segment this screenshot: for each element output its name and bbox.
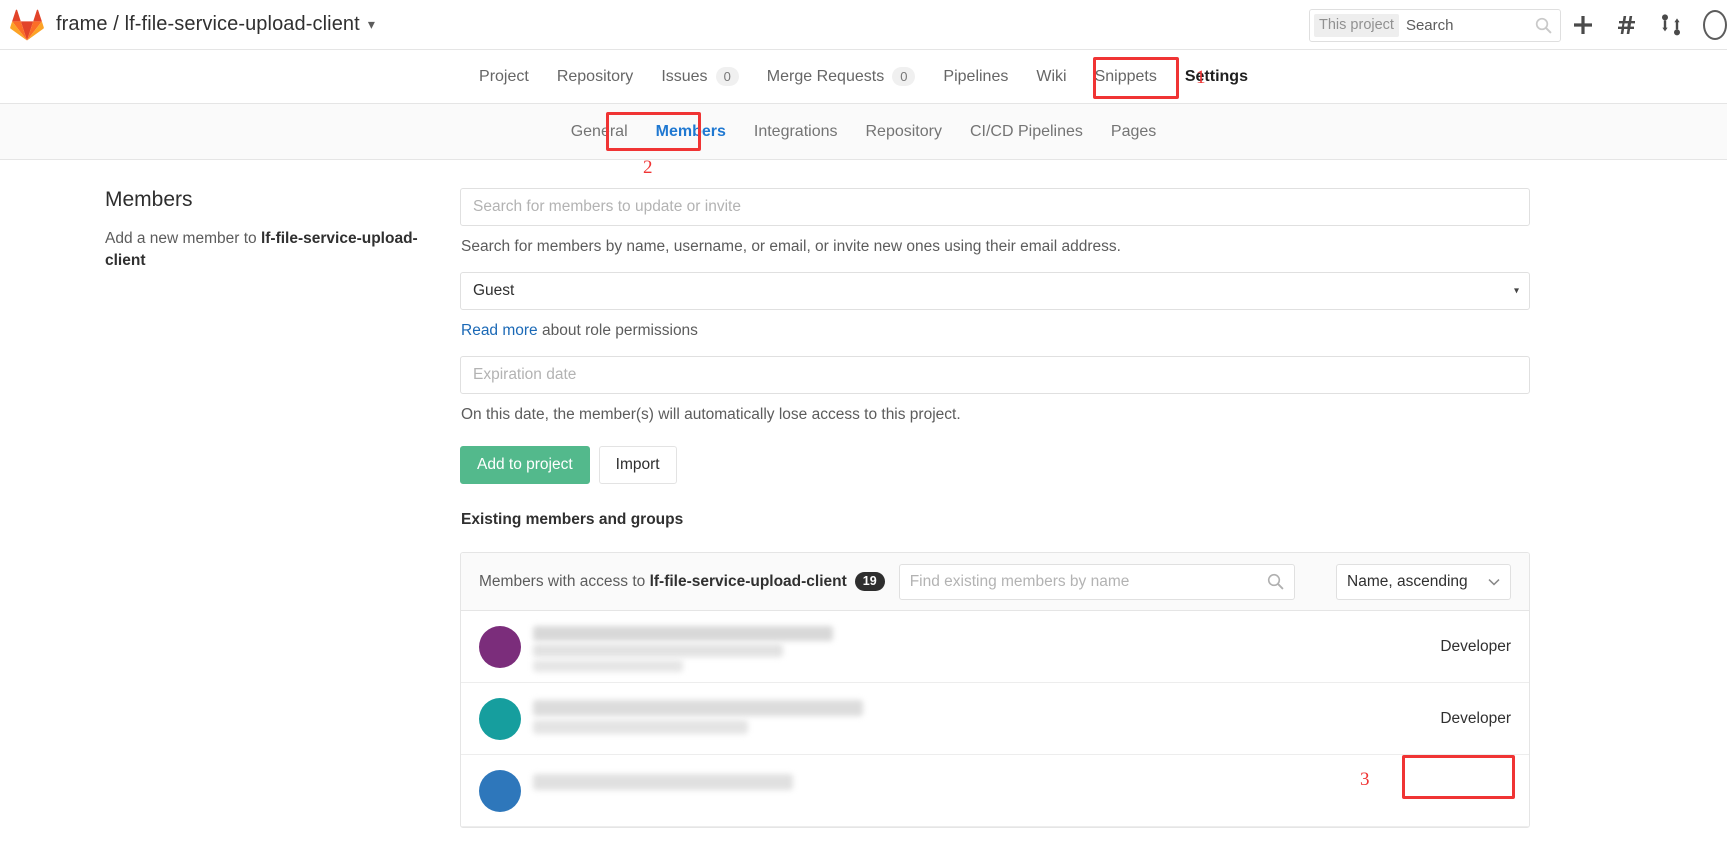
subnav-item-ci-cd-pipelines[interactable]: CI/CD Pipelines (956, 105, 1097, 159)
expiration-date-help: On this date, the member(s) will automat… (461, 406, 961, 423)
nav-item-label: Repository (556, 67, 634, 85)
member-role-label[interactable]: Developer (1440, 638, 1511, 656)
project-chevron-down-icon[interactable]: ▾ (368, 16, 375, 33)
nav-item-repository[interactable]: Repository (543, 51, 647, 103)
issues-button[interactable] (1605, 0, 1649, 50)
nav-item-wiki[interactable]: Wiki (1022, 51, 1080, 103)
members-sort-select[interactable]: Name, ascending (1336, 563, 1511, 600)
page-description: Add a new member to lf-file-service-uplo… (105, 228, 430, 272)
nav-item-label: Settings (1184, 67, 1248, 85)
members-panel-header: Members with access to lf-file-service-u… (461, 553, 1529, 611)
members-list: Developer Developer (461, 611, 1529, 827)
primary-nav: Project Repository Issues 0 Merge Requests 0 P… (0, 50, 1727, 104)
subnav-item-general[interactable]: General (557, 105, 642, 159)
member-search-placeholder: Search for members to update or invite (473, 198, 741, 215)
page-side-column: Members Add a new member to lf-file-serv… (0, 188, 460, 828)
sub-nav-items: General Members Integrations Repository CI/C… (557, 105, 1171, 159)
member-identity-redacted (533, 624, 1440, 672)
member-avatar (479, 697, 521, 740)
member-row[interactable]: Developer (461, 683, 1529, 755)
top-bar: frame / lf-file-service-upload-client ▾ … (0, 0, 1727, 50)
members-panel-title: Members with access to lf-file-service-u… (479, 572, 885, 591)
page-description-prefix: Add a new member to (105, 230, 261, 247)
gitlab-logo-icon (10, 9, 44, 41)
find-members-input[interactable]: Find existing members by name (898, 563, 1295, 600)
page-title: Members (105, 188, 193, 211)
subnav-item-repository[interactable]: Repository (851, 105, 955, 159)
members-sort-value: Name, ascending (1347, 572, 1468, 590)
nav-item-project[interactable]: Project (465, 51, 543, 103)
nav-item-merge-requests[interactable]: Merge Requests 0 (753, 51, 930, 103)
subnav-item-pages[interactable]: Pages (1097, 105, 1170, 159)
annotation-number-3: 3 (1360, 769, 1370, 790)
expiration-date-placeholder: Expiration date (473, 366, 577, 383)
page-main-column: Search for members to update or invite S… (460, 188, 1727, 828)
nav-item-count: 0 (715, 67, 739, 86)
nav-item-label: Merge Requests (766, 67, 885, 85)
merge-request-icon (1662, 14, 1680, 36)
member-avatar (479, 769, 521, 812)
brand-area[interactable]: frame / lf-file-service-upload-client ▾ (0, 9, 375, 41)
nav-item-label: Issues (661, 67, 708, 85)
subnav-item-members[interactable]: Members (642, 105, 740, 159)
role-select-value: Guest (473, 282, 515, 299)
settings-sub-nav: General Members Integrations Repository CI/C… (0, 104, 1727, 178)
avatar-circle-icon (1703, 10, 1727, 40)
hash-icon (1618, 16, 1635, 34)
read-more-rest: about role permissions (537, 322, 698, 339)
plus-icon (1574, 16, 1592, 34)
new-item-button[interactable] (1561, 0, 1605, 50)
nav-item-label: Pipelines (943, 67, 1009, 85)
member-identity-redacted (533, 696, 1440, 742)
members-panel-title-prefix: Members with access to (479, 573, 650, 590)
primary-nav-items: Project Repository Issues 0 Merge Requests 0 P… (465, 51, 1262, 103)
redaction-bar (533, 773, 793, 790)
redaction-bar (533, 659, 683, 672)
nav-item-label: Wiki (1036, 67, 1067, 85)
search-icon (1535, 17, 1552, 34)
form-actions: Add to project Import (460, 446, 1530, 484)
nav-item-label: Snippets (1094, 67, 1157, 85)
merge-requests-button[interactable] (1649, 0, 1693, 50)
search-scope-badge[interactable]: This project (1314, 13, 1399, 37)
add-to-project-button[interactable]: Add to project (460, 446, 590, 484)
find-members-placeholder: Find existing members by name (909, 572, 1130, 590)
top-bar-right: This project Search (1309, 0, 1727, 50)
project-path[interactable]: frame / lf-file-service-upload-client (56, 13, 360, 36)
read-more-link[interactable]: Read more (461, 322, 538, 339)
nav-item-settings[interactable]: Settings (1171, 51, 1262, 103)
nav-item-label: Project (479, 67, 529, 85)
import-button[interactable]: Import (598, 446, 677, 484)
members-count-badge: 19 (854, 572, 885, 591)
annotation-number-1: 1 (1196, 67, 1206, 88)
search-icon (1267, 573, 1284, 590)
global-search-input[interactable]: Search (1406, 17, 1535, 34)
member-search-input[interactable]: Search for members to update or invite (460, 188, 1530, 226)
member-row[interactable]: Developer (461, 611, 1529, 683)
member-role-label[interactable]: Developer (1440, 710, 1511, 728)
chevron-down-icon: ▾ (1513, 285, 1519, 297)
expiration-date-input[interactable]: Expiration date (460, 356, 1530, 394)
nav-item-snippets[interactable]: Snippets (1081, 51, 1171, 103)
global-search-box[interactable]: This project Search (1309, 8, 1561, 42)
members-panel: Members with access to lf-file-service-u… (460, 552, 1530, 828)
user-avatar[interactable] (1693, 0, 1727, 50)
redaction-bar (533, 699, 863, 716)
chevron-down-icon (1488, 578, 1500, 585)
existing-members-heading: Existing members and groups (461, 511, 684, 528)
nav-item-pipelines[interactable]: Pipelines (929, 51, 1022, 103)
members-panel-title-project: lf-file-service-upload-client (649, 573, 847, 590)
redaction-bar (533, 625, 833, 641)
member-avatar (479, 625, 521, 668)
role-select[interactable]: Guest ▾ (460, 272, 1530, 310)
nav-item-issues[interactable]: Issues 0 (647, 51, 752, 103)
nav-item-count: 0 (892, 67, 916, 86)
page-body: Members Add a new member to lf-file-serv… (0, 160, 1727, 828)
member-search-help: Search for members by name, username, or… (461, 238, 1121, 255)
redaction-bar (533, 719, 748, 734)
member-row[interactable] (461, 755, 1529, 827)
redaction-bar (533, 643, 783, 657)
role-permissions-help: Read more about role permissions (461, 322, 1530, 340)
subnav-item-integrations[interactable]: Integrations (740, 105, 852, 159)
